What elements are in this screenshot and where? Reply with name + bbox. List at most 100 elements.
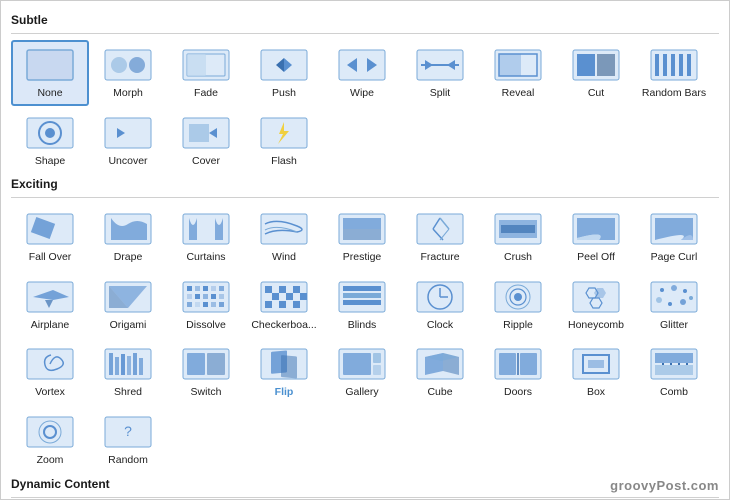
label-cut: Cut	[588, 87, 604, 100]
icon-ripple	[491, 278, 545, 316]
icon-random: ?	[101, 413, 155, 451]
label-origami: Origami	[110, 319, 147, 332]
label-pagecurl: Page Curl	[651, 251, 698, 264]
icon-honeycomb	[569, 278, 623, 316]
watermark: groovyPost.com	[610, 478, 719, 493]
label-vortex: Vortex	[35, 386, 65, 399]
item-ripple[interactable]: Ripple	[479, 272, 557, 338]
item-none[interactable]: None	[11, 40, 89, 106]
icon-doors	[491, 345, 545, 383]
icon-cut	[569, 46, 623, 84]
item-clock[interactable]: Clock	[401, 272, 479, 338]
item-flip[interactable]: Flip	[245, 339, 323, 405]
item-reveal[interactable]: Reveal	[479, 40, 557, 106]
section-exciting-label: Exciting	[11, 177, 719, 191]
icon-vortex	[23, 345, 77, 383]
item-checkerboard[interactable]: Checkerboa...	[245, 272, 323, 338]
icon-fallover	[23, 210, 77, 248]
icon-drape	[101, 210, 155, 248]
exciting-grid: Fall Over Drape Curtains Wind	[11, 204, 719, 472]
label-prestige: Prestige	[343, 251, 382, 264]
item-wind[interactable]: Wind	[245, 204, 323, 270]
label-random: Random	[108, 454, 148, 467]
item-blinds[interactable]: Blinds	[323, 272, 401, 338]
label-zoom: Zoom	[37, 454, 64, 467]
icon-peeloff	[569, 210, 623, 248]
icon-dissolve	[179, 278, 233, 316]
item-doors[interactable]: Doors	[479, 339, 557, 405]
item-morph[interactable]: Morph	[89, 40, 167, 106]
label-fracture: Fracture	[420, 251, 459, 264]
icon-box	[569, 345, 623, 383]
label-reveal: Reveal	[502, 87, 535, 100]
icon-wipe	[335, 46, 389, 84]
item-fade[interactable]: Fade	[167, 40, 245, 106]
icon-flip	[257, 345, 311, 383]
label-honeycomb: Honeycomb	[568, 319, 624, 332]
icon-fade	[179, 46, 233, 84]
item-peeloff[interactable]: Peel Off	[557, 204, 635, 270]
label-glitter: Glitter	[660, 319, 688, 332]
label-curtains: Curtains	[186, 251, 225, 264]
label-cover: Cover	[192, 155, 220, 168]
icon-push	[257, 46, 311, 84]
item-wipe[interactable]: Wipe	[323, 40, 401, 106]
item-switch[interactable]: Switch	[167, 339, 245, 405]
label-blinds: Blinds	[348, 319, 377, 332]
item-split[interactable]: Split	[401, 40, 479, 106]
label-airplane: Airplane	[31, 319, 70, 332]
icon-flash	[257, 114, 311, 152]
label-crush: Crush	[504, 251, 532, 264]
section-subtle-label: Subtle	[11, 13, 719, 27]
item-fallover[interactable]: Fall Over	[11, 204, 89, 270]
icon-randombars	[647, 46, 701, 84]
icon-reveal	[491, 46, 545, 84]
item-crush[interactable]: Crush	[479, 204, 557, 270]
icon-shape	[23, 114, 77, 152]
icon-shred	[101, 345, 155, 383]
label-shape: Shape	[35, 155, 65, 168]
item-cube[interactable]: Cube	[401, 339, 479, 405]
item-origami[interactable]: Origami	[89, 272, 167, 338]
item-pagecurl[interactable]: Page Curl	[635, 204, 713, 270]
item-uncover[interactable]: Uncover	[89, 108, 167, 174]
item-cut[interactable]: Cut	[557, 40, 635, 106]
item-flash[interactable]: Flash	[245, 108, 323, 174]
icon-fracture	[413, 210, 467, 248]
label-switch: Switch	[191, 386, 222, 399]
item-push[interactable]: Push	[245, 40, 323, 106]
item-airplane[interactable]: Airplane	[11, 272, 89, 338]
divider-subtle	[11, 33, 719, 34]
divider-dynamic	[11, 497, 719, 498]
item-shred[interactable]: Shred	[89, 339, 167, 405]
item-glitter[interactable]: Glitter	[635, 272, 713, 338]
item-fracture[interactable]: Fracture	[401, 204, 479, 270]
item-gallery[interactable]: Gallery	[323, 339, 401, 405]
item-cover[interactable]: Cover	[167, 108, 245, 174]
item-vortex[interactable]: Vortex	[11, 339, 89, 405]
item-box[interactable]: Box	[557, 339, 635, 405]
item-randombars[interactable]: Random Bars	[635, 40, 713, 106]
label-fade: Fade	[194, 87, 218, 100]
label-dissolve: Dissolve	[186, 319, 226, 332]
icon-blinds	[335, 278, 389, 316]
item-comb[interactable]: Comb	[635, 339, 713, 405]
item-random[interactable]: ? Random	[89, 407, 167, 473]
icon-split	[413, 46, 467, 84]
item-dissolve[interactable]: Dissolve	[167, 272, 245, 338]
label-ripple: Ripple	[503, 319, 533, 332]
label-comb: Comb	[660, 386, 688, 399]
item-curtains[interactable]: Curtains	[167, 204, 245, 270]
label-box: Box	[587, 386, 605, 399]
subtle-grid: None Morph Fade Push	[11, 40, 719, 173]
icon-airplane	[23, 278, 77, 316]
item-zoom[interactable]: Zoom	[11, 407, 89, 473]
label-cube: Cube	[427, 386, 452, 399]
icon-comb	[647, 345, 701, 383]
item-drape[interactable]: Drape	[89, 204, 167, 270]
icon-morph	[101, 46, 155, 84]
item-honeycomb[interactable]: Honeycomb	[557, 272, 635, 338]
item-prestige[interactable]: Prestige	[323, 204, 401, 270]
item-shape[interactable]: Shape	[11, 108, 89, 174]
label-flip: Flip	[275, 386, 294, 399]
